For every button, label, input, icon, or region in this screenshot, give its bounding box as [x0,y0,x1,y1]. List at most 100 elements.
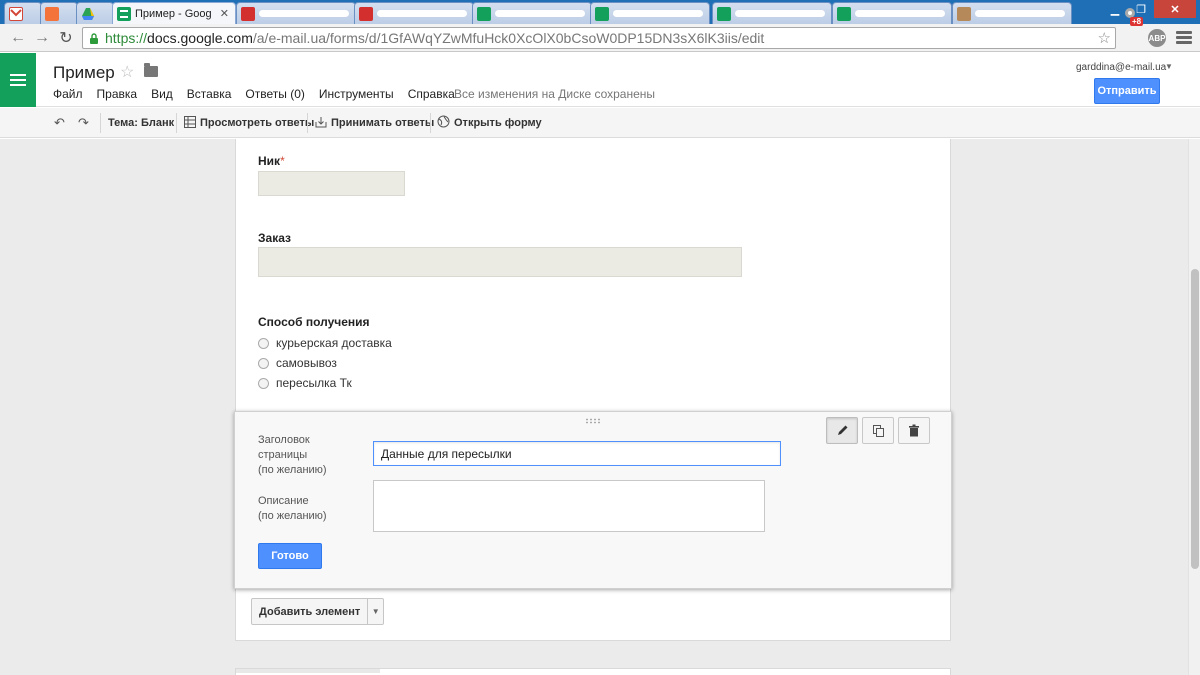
browser-tab-active[interactable]: Пример - Goog ✕ [112,2,236,24]
bookmark-star-icon[interactable]: ☆ [1098,29,1111,47]
form-toolbar: ↶ ↷ Тема: Бланк Просмотреть ответы Прини… [0,108,1200,138]
menu-edit[interactable]: Правка [97,87,138,101]
duplicate-icon[interactable] [862,417,894,444]
add-element-button[interactable]: Добавить элемент ▼ [251,598,385,625]
inbox-icon [315,116,327,131]
sheets-icon [837,6,851,21]
description-textarea[interactable] [373,480,765,532]
menu-bar: Файл Правка Вид Вставка Ответы (0) Инстр… [53,87,469,101]
menu-view[interactable]: Вид [151,87,173,101]
save-status: Все изменения на Диске сохранены [454,87,656,101]
tab-close-icon[interactable]: ✕ [220,7,229,20]
page-break-editor: Заголовок страницы (по желанию) Данные д… [234,411,952,589]
address-bar[interactable]: https://docs.google.com/a/e-mail.ua/form… [82,27,1116,49]
forms-home-icon[interactable] [0,53,36,107]
radio-option[interactable]: курьерская доставка [258,336,392,350]
radio-label: пересылка Тк [276,376,352,390]
theme-button[interactable]: Тема: Бланк [108,108,174,138]
radio-option[interactable]: самовывоз [258,356,337,370]
accept-responses-button[interactable]: Принимать ответы [315,108,434,138]
browser-tab-drive[interactable] [76,2,114,24]
extension-icon[interactable]: +8 [1124,7,1144,26]
view-responses-button[interactable]: Просмотреть ответы [184,108,314,138]
done-button[interactable]: Готово [258,543,322,569]
form-canvas: Ник* Заказ Способ получения курьерская д… [0,139,1188,675]
app-favicon-icon [45,6,59,21]
browser-tab-7[interactable] [472,2,592,24]
menu-tools[interactable]: Инструменты [319,87,394,101]
edit-pencil-icon[interactable] [826,417,858,444]
browser-tab-5[interactable] [236,2,356,24]
scrollbar-thumb[interactable] [1191,269,1199,569]
radio-label: самовывоз [276,356,337,370]
sheets-icon [477,6,491,21]
menu-help[interactable]: Справка [408,87,455,101]
menu-file[interactable]: Файл [53,87,83,101]
menu-insert[interactable]: Вставка [187,87,232,101]
order-answer-field[interactable] [258,247,742,277]
page-title-label: Заголовок страницы (по желанию) [258,434,327,476]
adblock-icon[interactable]: ABP [1148,29,1166,47]
drive-icon [81,7,95,21]
app-favicon-icon [359,6,373,21]
star-icon[interactable]: ☆ [120,62,134,82]
browser-tab-8[interactable] [590,2,710,24]
app-favicon-icon [957,6,971,21]
radio-button[interactable] [258,377,269,389]
chevron-down-icon[interactable]: ▼ [368,599,383,624]
app-header: Пример ☆ Файл Правка Вид Вставка Ответы … [0,53,1200,107]
forward-arrow-icon[interactable]: → [32,28,52,48]
user-email[interactable]: garddina@e-mail.ua [1076,62,1166,73]
reload-icon[interactable]: ↻ [56,28,76,48]
table-icon [184,115,196,131]
url-scheme: https:// [105,30,148,46]
radio-button[interactable] [258,337,269,349]
browser-tab-10[interactable] [832,2,952,24]
redo-icon: ↷ [78,115,89,130]
nick-answer-field[interactable] [258,171,405,196]
drag-handle-icon[interactable] [585,418,601,424]
radio-option[interactable]: пересылка Тк [258,376,352,390]
sheets-icon [595,6,609,21]
question-title-delivery[interactable]: Способ получения [258,315,370,329]
lock-icon [89,32,99,44]
page-title-input[interactable]: Данные для пересылки [373,441,781,466]
browser-tab-strip: Пример - Goog ✕ ▁ ❐ ✕ [0,0,1200,24]
browser-toolbar: ← → ↻ https://docs.google.com/a/e-mail.u… [0,24,1200,52]
gmail-icon [9,6,23,21]
forms-icon [117,6,131,21]
browser-tab-2[interactable] [40,2,78,24]
question-title-order[interactable]: Заказ [258,231,291,245]
extension-badge: +8 [1130,17,1144,26]
browser-menu-icon[interactable] [1176,31,1192,46]
browser-tab-gmail[interactable] [4,2,42,24]
sheets-icon [717,6,731,21]
browser-tab-6[interactable] [354,2,474,24]
account-caret-icon[interactable]: ▼ [1165,62,1173,71]
folder-icon[interactable] [144,63,158,77]
page-scrollbar[interactable] [1188,139,1200,675]
document-title[interactable]: Пример [53,63,115,83]
undo-button[interactable]: ↶ [54,108,65,138]
browser-tab-9[interactable] [712,2,832,24]
window-close-icon[interactable]: ✕ [1154,0,1196,18]
app-favicon-icon [241,6,255,21]
next-section-card [235,668,951,675]
redo-button[interactable]: ↷ [78,108,89,138]
required-mark: * [280,154,285,168]
browser-tab-11[interactable] [952,2,1072,24]
send-button[interactable]: Отправить [1094,78,1160,104]
undo-icon: ↶ [54,115,65,130]
tab-title: Пример - Goog [135,7,212,20]
url-path: /a/e-mail.ua/forms/d/1GfAWqYZwMfuHck0XcO… [252,30,765,46]
menu-responses[interactable]: Ответы (0) [245,87,304,101]
url-host: docs.google.com [147,30,253,46]
window-controls: ▁ ❐ ✕ [1102,0,1196,18]
open-form-button[interactable]: Открыть форму [437,108,542,138]
radio-label: курьерская доставка [276,336,392,350]
trash-icon[interactable] [898,417,930,444]
radio-button[interactable] [258,357,269,369]
question-title-nick[interactable]: Ник* [258,154,285,168]
add-element-label: Добавить элемент [252,599,369,624]
back-arrow-icon[interactable]: ← [8,28,28,48]
